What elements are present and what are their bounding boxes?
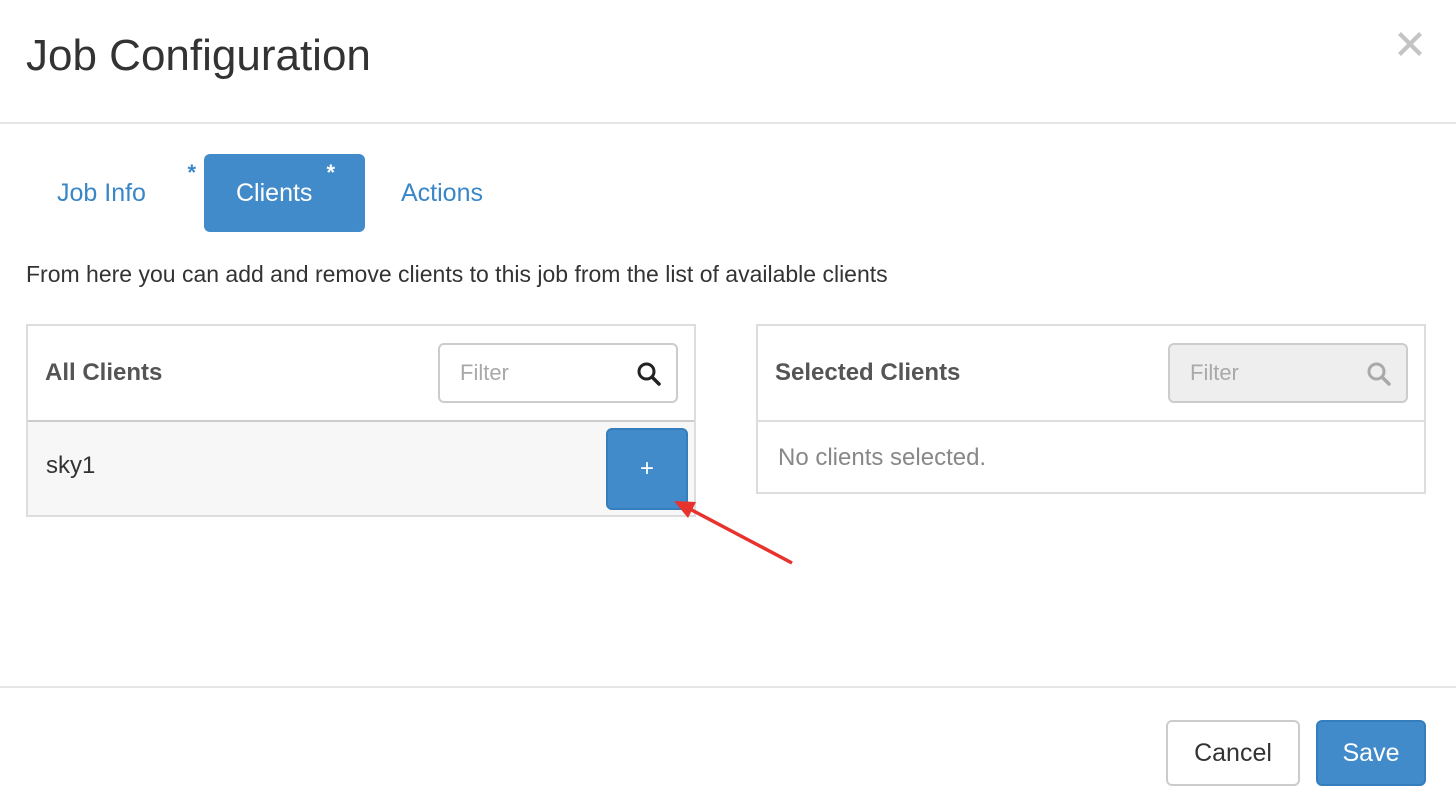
client-name: sky1 [46,452,96,479]
tab-actions-label: Actions [401,179,483,207]
selected-clients-filter-input[interactable] [1170,345,1360,401]
all-clients-title: All Clients [45,359,163,386]
client-row: sky1 + [28,422,694,515]
tab-job-info-label: Job Info [57,179,146,207]
search-icon[interactable] [636,361,662,387]
selected-clients-title: Selected Clients [775,359,961,386]
selected-clients-panel: Selected Clients No clients selected. [756,324,1426,494]
selected-clients-filter [1168,343,1408,403]
add-client-button[interactable]: + [606,428,688,510]
modal-title: Job Configuration [26,31,371,80]
required-asterisk: * [326,160,335,185]
tab-clients[interactable]: Clients * [204,154,365,232]
all-clients-heading: All Clients [28,326,694,422]
selected-clients-heading: Selected Clients [758,326,1424,422]
close-icon[interactable] [1392,26,1428,62]
tab-clients-label: Clients [236,179,313,207]
all-clients-panel: All Clients sky1 + [26,324,696,517]
tab-actions[interactable]: Actions [375,154,505,232]
all-clients-filter-input[interactable] [440,345,630,401]
clients-description: From here you can add and remove clients… [26,261,888,287]
modal-footer: Cancel Save [0,686,1456,810]
required-asterisk: * [187,160,196,185]
no-clients-message: No clients selected. [778,444,987,471]
save-button[interactable]: Save [1316,720,1426,786]
modal-header: Job Configuration [0,0,1456,124]
all-clients-filter [438,343,678,403]
tab-job-info[interactable]: Job Info * [26,154,196,232]
cancel-button[interactable]: Cancel [1166,720,1300,786]
search-icon [1367,362,1391,386]
job-configuration-modal: Job Configuration Job Info * Clients * A… [0,0,1456,810]
